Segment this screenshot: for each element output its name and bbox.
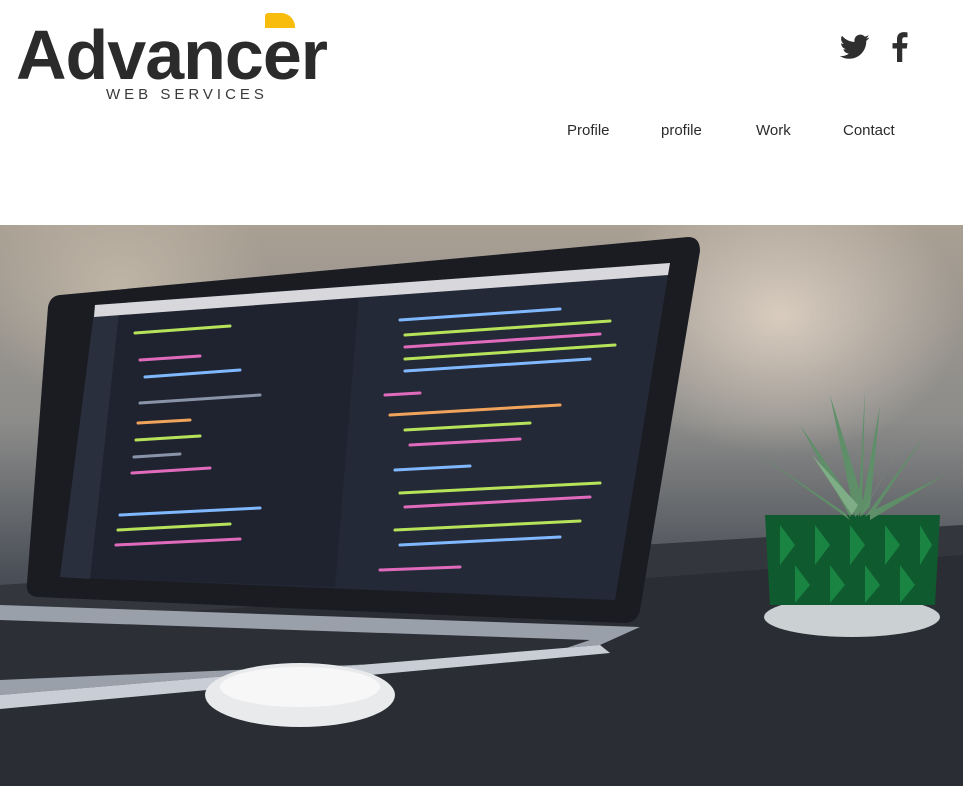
page: Advancer WEB SERVICES Profile profile Wo…	[0, 0, 963, 786]
facebook-icon[interactable]	[892, 32, 908, 67]
nav-item-work[interactable]: Work	[756, 122, 791, 139]
hero-illustration	[0, 237, 963, 786]
hero-image	[0, 225, 963, 786]
nav-item-profile[interactable]: Profile	[567, 122, 610, 139]
logo-tagline: WEB SERVICES	[106, 86, 268, 103]
nav-item-contact[interactable]: Contact	[843, 122, 895, 139]
main-nav: Profile profile Work Contact	[540, 122, 940, 144]
social-links	[839, 32, 908, 67]
twitter-icon[interactable]	[839, 34, 870, 65]
nav-item-profile-lower[interactable]: profile	[661, 122, 702, 139]
logo-wordmark: Advancer	[16, 16, 328, 94]
site-header: Advancer WEB SERVICES Profile profile Wo…	[0, 0, 963, 225]
brand-logo[interactable]: Advancer WEB SERVICES	[14, 10, 344, 106]
